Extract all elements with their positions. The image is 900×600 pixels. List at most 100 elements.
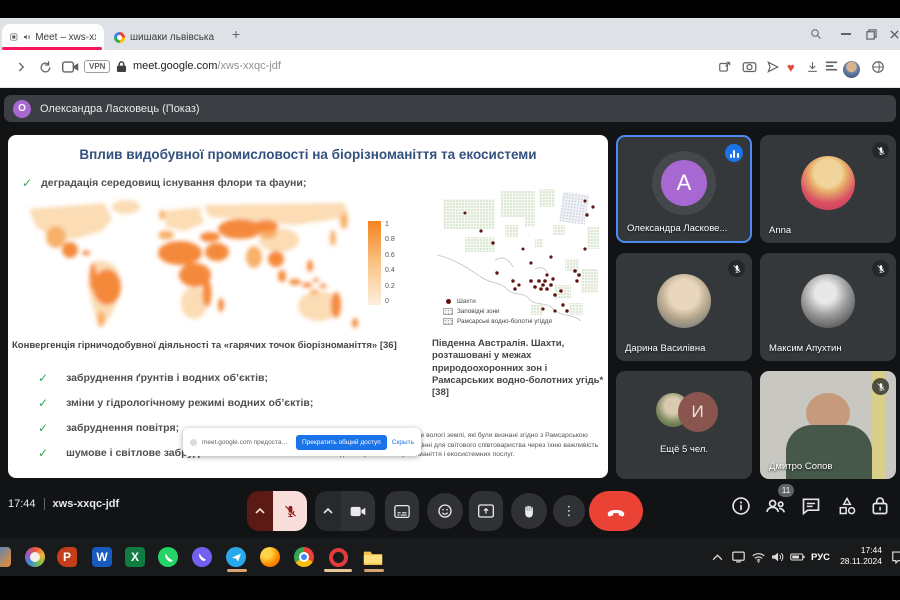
legend-tick: 0.4 [385, 267, 395, 275]
participant-name: Олександра Ласкове... [627, 223, 728, 234]
slide-bullet: деградація середовищ існування флори та … [41, 177, 307, 189]
share-page-icon[interactable] [718, 60, 732, 74]
running-indicator [324, 569, 352, 572]
legend-label: Рамсарські водно-болотні угіддя [457, 317, 552, 325]
taskbar-app-chrome[interactable] [293, 546, 315, 568]
minimize-button[interactable] [836, 24, 856, 44]
mic-mute-button[interactable] [273, 491, 307, 531]
reserves-swatch [443, 307, 453, 315]
legend-tick: 0.6 [385, 251, 395, 259]
stop-sharing-button[interactable]: Прекратить общий доступ [295, 434, 387, 450]
participant-tile[interactable]: А Олександра Ласкове... [616, 135, 752, 243]
taskbar-app-word[interactable]: W [91, 546, 113, 568]
reload-icon[interactable] [38, 60, 53, 75]
tray-expand-button[interactable] [712, 538, 723, 576]
search-tabs-icon[interactable] [806, 24, 826, 44]
wifi-icon[interactable] [752, 538, 765, 576]
taskbar-app-telegram[interactable] [225, 546, 247, 568]
participant-tile[interactable]: Anna [760, 135, 896, 243]
legend-tick: 1 [385, 221, 389, 228]
easy-setup-menu-icon[interactable] [825, 60, 838, 72]
running-indicator [227, 569, 247, 572]
australia-map: Шахти Заповідні зони Рамсарські водно-бо… [435, 185, 605, 330]
tab-search[interactable]: шишаки львівська облас [106, 24, 222, 50]
tray-clock[interactable]: 17:44 28.11.2024 [836, 538, 882, 576]
participant-avatar: А [661, 159, 707, 206]
action-center-button[interactable] [892, 538, 900, 576]
captions-button[interactable] [385, 491, 419, 531]
activities-button[interactable] [837, 496, 857, 516]
more-options-button[interactable]: ⋮ [553, 495, 585, 527]
taskbar-app-powerpoint[interactable]: P [56, 546, 78, 568]
tray-time: 17:44 [860, 545, 882, 555]
meeting-details-button[interactable] [731, 496, 751, 516]
taskbar-app-firefox[interactable] [259, 546, 281, 568]
host-controls-button[interactable] [871, 496, 889, 516]
meeting-info: 17:44 xws-xxqc-jdf [8, 498, 119, 510]
participant-tile[interactable]: Максим Апухтин [760, 253, 896, 361]
chat-button[interactable] [801, 496, 821, 516]
send-to-device-icon[interactable] [766, 60, 780, 74]
presenter-avatar: О [13, 99, 31, 118]
camera-options-chevron[interactable] [315, 491, 341, 531]
presenter-banner: О Олександра Ласковець (Показ) [4, 95, 896, 122]
taskbar-app-whatsapp[interactable] [157, 546, 179, 568]
participant-tile[interactable]: Дарина Василівна [616, 253, 752, 361]
favorites-heart-icon[interactable]: ♥ [787, 60, 795, 75]
browser-tab-bar: Meet – xws-xxqc-j шишаки львівська облас… [0, 18, 900, 50]
hide-notification-link[interactable]: Скрыть [392, 439, 414, 446]
people-button[interactable] [765, 496, 787, 516]
mic-muted-icon [872, 378, 889, 395]
heatmap-legend-bar [368, 221, 381, 305]
taskbar-app-explorer[interactable] [362, 546, 384, 568]
snapshot-icon[interactable] [742, 60, 757, 73]
present-button[interactable] [469, 491, 503, 531]
battery-icon[interactable] [790, 538, 805, 576]
participant-avatar: И [677, 392, 718, 433]
url-host: meet.google.com [133, 60, 218, 72]
taskbar-app-viber[interactable] [191, 546, 213, 568]
profile-avatar[interactable] [843, 61, 860, 78]
taskbar-app-excel[interactable]: X [124, 546, 146, 568]
heatmap-legend: 1 0.8 0.6 0.4 0.2 0 [368, 221, 395, 305]
tab-title: Meet – xws-xxqc-j [35, 31, 96, 43]
australia-heading: Південна Австралія. Шахти, розташовані у… [432, 338, 604, 399]
taskbar-app-clipped[interactable] [0, 546, 12, 568]
language-indicator[interactable]: РУС [811, 538, 830, 576]
tray-desktop-icon[interactable] [732, 538, 745, 576]
taskbar-app-opera[interactable] [327, 546, 349, 568]
lock-icon [116, 60, 127, 73]
windows-taskbar: P W X РУС 17:44 28.11.2024 [0, 538, 900, 576]
raise-hand-button[interactable] [511, 493, 547, 529]
mic-muted-icon [872, 142, 889, 159]
camera-button[interactable] [341, 491, 375, 531]
ramsar-swatch [443, 317, 453, 325]
extensions-icon[interactable] [871, 60, 885, 74]
leave-call-button[interactable] [589, 491, 643, 531]
close-window-button[interactable] [884, 24, 900, 44]
world-heatmap [29, 200, 358, 328]
maximize-button[interactable] [861, 24, 881, 44]
url-path: /xws-xxqc-jdf [217, 60, 281, 72]
taskbar-app-paint[interactable] [24, 546, 46, 568]
participant-name: Дарина Василівна [625, 343, 706, 354]
reactions-button[interactable] [427, 493, 463, 529]
volume-icon[interactable] [771, 538, 784, 576]
legend-tick: 0.2 [385, 282, 395, 290]
forward-icon[interactable] [14, 60, 28, 74]
overflow-participants-tile[interactable]: И Ещё 5 чел. [616, 371, 752, 479]
downloads-icon[interactable] [806, 60, 819, 74]
legend-label: Шахти [457, 297, 476, 305]
camera-permission-icon[interactable] [62, 60, 79, 74]
participant-name: Максим Апухтин [769, 343, 842, 354]
mic-options-chevron[interactable] [247, 491, 273, 531]
slide-bullet: забруднення повітря; [66, 421, 180, 434]
address-bar[interactable]: meet.google.com/xws-xxqc-jdf [133, 60, 281, 72]
vpn-badge[interactable]: VPN [84, 60, 111, 73]
participant-tile[interactable]: Дмитро Сопов [760, 371, 896, 479]
google-favicon [114, 31, 125, 43]
tray-date: 28.11.2024 [840, 555, 882, 566]
overflow-count-label: Ещё 5 чел. [659, 444, 709, 455]
share-notification-text: meet.google.com предоставлен доступ к ва… [202, 438, 291, 446]
new-tab-button[interactable]: + [226, 24, 246, 44]
